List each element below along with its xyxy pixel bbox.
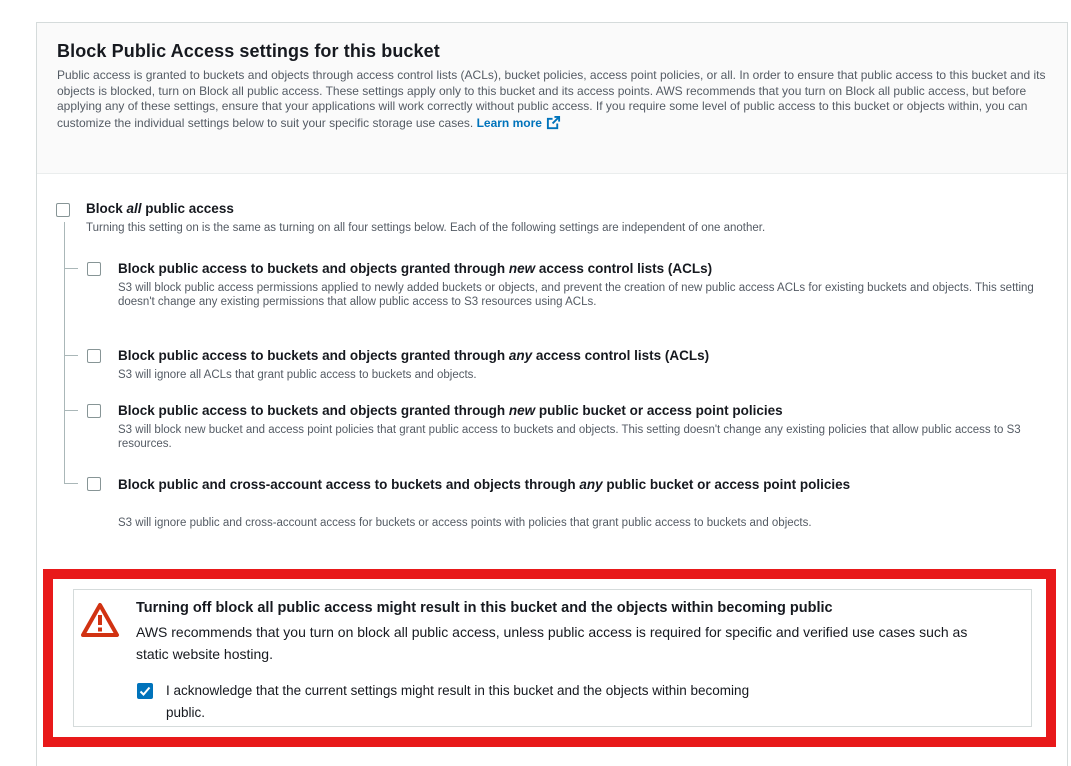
setting-title-em: any [579,477,603,492]
setting-title-prefix: Block public access to buckets and objec… [118,348,509,363]
block-new-acls-checkbox[interactable] [87,262,101,276]
warning-body: AWS recommends that you turn on block al… [136,624,968,662]
checkmark-icon [139,686,151,696]
tree-branch-1 [64,268,78,269]
block-new-acls-description: S3 will block public access permissions … [118,282,1034,308]
block-any-policies-description: S3 will ignore public and cross-account … [118,517,812,529]
block-any-acls-title: Block public access to buckets and objec… [118,348,709,363]
block-all-title-prefix: Block [86,201,127,216]
block-new-acls-title: Block public access to buckets and objec… [118,261,712,276]
block-all-title-em: all [126,201,142,216]
setting-title-suffix: access control lists (ACLs) [532,348,710,363]
learn-more-link[interactable]: Learn more [476,115,561,130]
block-all-title: Block all public access [86,201,234,216]
setting-title-em: new [508,261,536,276]
setting-title-em: new [508,403,536,418]
warning-title: Turning off block all public access migh… [136,600,833,616]
setting-title-suffix: public bucket or access point policies [602,477,851,492]
panel-header: Block Public Access settings for this bu… [37,23,1067,174]
block-all-checkbox[interactable] [56,203,70,217]
block-new-policies-title: Block public access to buckets and objec… [118,403,783,418]
block-new-policies-description: S3 will block new bucket and access poin… [118,424,1021,450]
block-any-acls-description: S3 will ignore all ACLs that grant publi… [118,369,477,381]
block-new-policies-checkbox[interactable] [87,404,101,418]
setting-title-suffix: public bucket or access point policies [535,403,783,418]
external-link-icon [546,115,561,135]
learn-more-label: Learn more [476,115,542,130]
tree-branch-2 [64,355,78,356]
tree-vertical-line [64,222,65,484]
acknowledge-checkbox[interactable] [137,683,153,699]
setting-title-prefix: Block public and cross-account access to… [118,477,580,492]
acknowledge-label[interactable]: I acknowledge that the current settings … [166,680,786,724]
panel-description: Public access is granted to buckets and … [57,68,1047,134]
block-any-policies-checkbox[interactable] [87,477,101,491]
setting-title-prefix: Block public access to buckets and objec… [118,261,509,276]
block-any-policies-title: Block public and cross-account access to… [118,474,1018,495]
tree-branch-3 [64,410,78,411]
block-all-title-suffix: public access [141,201,234,216]
block-any-acls-checkbox[interactable] [87,349,101,363]
setting-title-em: any [508,348,533,363]
panel-title: Block Public Access settings for this bu… [57,41,440,61]
tree-branch-4 [64,483,78,484]
setting-title-prefix: Block public access to buckets and objec… [118,403,509,418]
block-all-description: Turning this setting on is the same as t… [86,222,766,234]
warning-icon [80,602,120,643]
setting-title-suffix: access control lists (ACLs) [535,261,713,276]
